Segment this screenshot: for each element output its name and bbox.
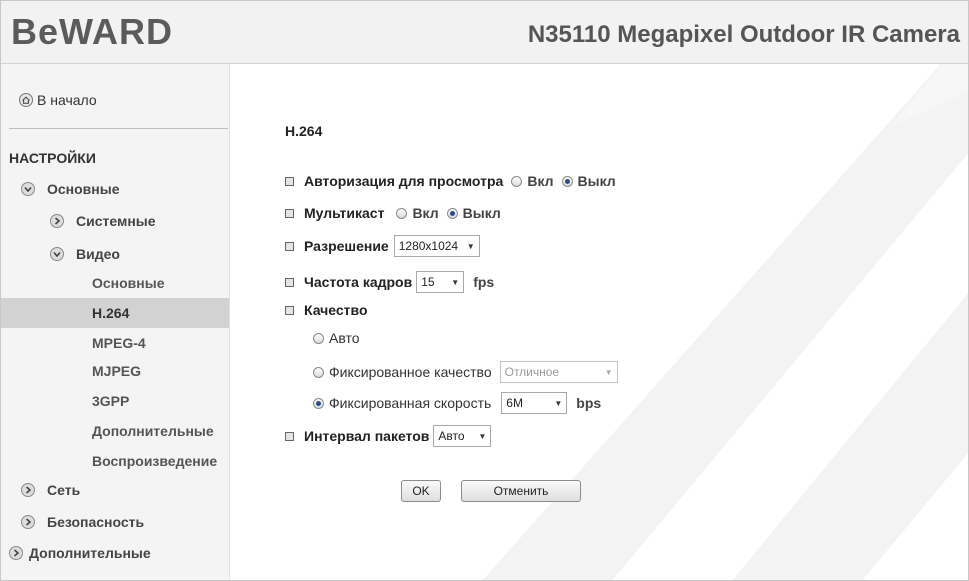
ok-button[interactable]: OK [401, 480, 441, 502]
sidebar-subitem-h264[interactable]: H.264 [1, 298, 229, 328]
chevron-down-icon: ▼ [604, 367, 613, 377]
bitrate-fixed-row: Фиксированная скорость 6M ▼ bps [313, 392, 601, 414]
camera-model-title: N35110 Megapixel Outdoor IR Camera [527, 21, 960, 48]
sidebar-subitem-mpeg4[interactable]: MPEG-4 [1, 328, 229, 358]
sidebar-item-system[interactable]: Системные [50, 206, 156, 236]
cancel-button[interactable]: Отменить [461, 480, 581, 502]
bullet-icon [285, 176, 294, 186]
page-title: H.264 [285, 123, 323, 139]
header-bar: BeWARD N35110 Megapixel Outdoor IR Camer… [1, 1, 968, 64]
packet-interval-setting-row: Интервал пакетов Авто ▼ [285, 425, 496, 447]
quality-auto-label: Авто [329, 330, 360, 346]
packet-interval-value: Авто [438, 429, 465, 443]
bitrate-value: 6M [506, 396, 523, 410]
bullet-icon [285, 241, 294, 251]
quality-auto-row: Авто [313, 330, 360, 346]
sidebar-item-advanced[interactable]: Дополнительные [9, 538, 151, 568]
sidebar-item-label: Системные [76, 213, 156, 229]
bitrate-unit: bps [576, 395, 602, 411]
quality-fixed-row: Фиксированное качество Отличное ▼ [313, 361, 623, 383]
home-label: В начало [37, 92, 97, 108]
auth-off-label: Выкл [577, 173, 616, 189]
sidebar-subitem-video-basic[interactable]: Основные [1, 268, 229, 298]
chevron-down-icon: ▼ [478, 431, 487, 441]
sidebar-item-label: Основные [47, 181, 120, 197]
framerate-label: Частота кадров [304, 274, 413, 290]
multicast-setting-row: Мультикаст Вкл Выкл [285, 205, 501, 221]
sidebar: В начало НАСТРОЙКИ Основные Системные Ви… [1, 64, 230, 580]
sidebar-subitem-mjpeg[interactable]: MJPEG [1, 356, 229, 386]
sidebar-item-label: Сеть [47, 482, 81, 498]
auth-label: Авторизация для просмотра [304, 173, 504, 189]
quality-level-value: Отличное [504, 365, 560, 379]
packet-interval-label: Интервал пакетов [304, 428, 430, 444]
bitrate-select[interactable]: 6M ▼ [501, 392, 568, 414]
home-icon [19, 93, 33, 107]
quality-auto-radio[interactable] [313, 332, 324, 344]
resolution-select[interactable]: 1280x1024 ▼ [393, 235, 480, 257]
multicast-off-label: Выкл [462, 205, 501, 221]
chevron-right-icon [50, 214, 64, 228]
framerate-setting-row: Частота кадров 15 ▼ fps [285, 271, 494, 293]
chevron-right-icon [9, 546, 23, 560]
framerate-select[interactable]: 15 ▼ [416, 271, 465, 293]
packet-interval-select[interactable]: Авто ▼ [433, 425, 492, 447]
sidebar-subitem-playback[interactable]: Воспроизведение [1, 446, 229, 476]
sidebar-divider [9, 128, 228, 129]
bitrate-fixed-label: Фиксированная скорость [329, 395, 492, 411]
beward-logo: BeWARD [11, 11, 174, 52]
bullet-icon [285, 431, 294, 441]
sidebar-subitem-3gpp[interactable]: 3GPP [1, 386, 229, 416]
sidebar-item-label: Безопасность [47, 514, 145, 530]
multicast-on-label: Вкл [412, 205, 439, 221]
camera-settings-page: BeWARD N35110 Megapixel Outdoor IR Camer… [0, 0, 969, 581]
auth-on-radio[interactable] [511, 175, 523, 187]
sidebar-item-label: Видео [76, 246, 120, 262]
chevron-down-icon: ▼ [554, 398, 563, 408]
sidebar-item-security[interactable]: Безопасность [21, 507, 144, 537]
quality-setting-row: Качество [285, 302, 368, 318]
multicast-off-radio[interactable] [446, 207, 458, 219]
chevron-down-icon: ▼ [466, 241, 475, 251]
multicast-on-radio[interactable] [396, 207, 408, 219]
quality-fixed-radio[interactable] [313, 366, 324, 378]
framerate-unit: fps [473, 274, 495, 290]
auth-off-radio[interactable] [561, 175, 573, 187]
bullet-icon [285, 305, 294, 315]
chevron-down-icon: ▼ [451, 277, 460, 287]
chevron-down-icon [21, 182, 35, 196]
quality-level-select[interactable]: Отличное ▼ [499, 361, 618, 383]
sidebar-item-network[interactable]: Сеть [21, 475, 80, 505]
home-link[interactable]: В начало [19, 92, 97, 108]
chevron-down-icon [50, 247, 64, 261]
auth-on-label: Вкл [527, 173, 554, 189]
chevron-right-icon [21, 515, 35, 529]
framerate-value: 15 [421, 275, 435, 289]
sidebar-subitem-video-advanced[interactable]: Дополнительные [1, 416, 229, 446]
multicast-label: Мультикаст [304, 205, 385, 221]
sidebar-item-label: Дополнительные [29, 545, 151, 561]
bullet-icon [285, 277, 294, 287]
settings-section-label: НАСТРОЙКИ [9, 150, 96, 166]
chevron-right-icon [21, 483, 35, 497]
resolution-label: Разрешение [304, 238, 389, 254]
bitrate-fixed-radio[interactable] [313, 397, 324, 409]
resolution-setting-row: Разрешение 1280x1024 ▼ [285, 235, 485, 257]
quality-label: Качество [304, 302, 368, 318]
sidebar-item-video[interactable]: Видео [50, 239, 120, 269]
quality-fixed-label: Фиксированное качество [329, 364, 492, 380]
auth-setting-row: Авторизация для просмотра Вкл Выкл [285, 173, 616, 189]
resolution-value: 1280x1024 [398, 239, 459, 253]
bullet-icon [285, 208, 294, 218]
sidebar-item-basic[interactable]: Основные [21, 174, 120, 204]
